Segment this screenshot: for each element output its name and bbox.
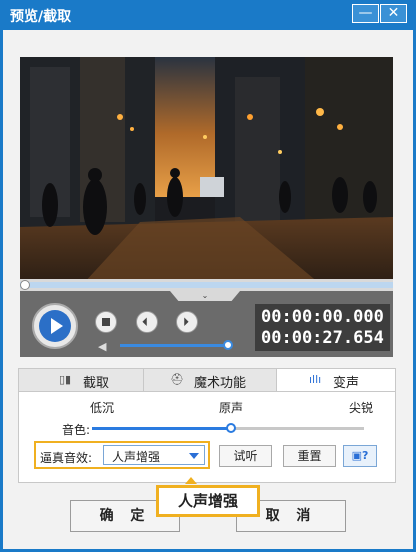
tab-magic-label: 魔术功能 — [194, 376, 247, 391]
close-button[interactable]: ✕ — [380, 4, 407, 23]
effect-tooltip: 人声增强 — [156, 485, 260, 517]
pitch-label: 音色: — [62, 423, 91, 437]
volume-slider[interactable] — [120, 344, 228, 347]
feature-tabs: ▯▮ 截取 ⛑ 魔术功能 ıllı 变声 — [18, 368, 396, 392]
player-controls: ⌄ ⏴ ⏵ ◀ 00:00:00.000 00:00:27.654 — [20, 279, 393, 357]
effect-select-value: 人声增强 — [112, 450, 161, 464]
window-title: 预览/截取 — [10, 9, 72, 25]
play-button[interactable] — [32, 303, 78, 349]
dropdown-arrow-icon — [189, 453, 199, 459]
effect-label: 逼真音效: — [40, 451, 93, 465]
pitch-level-high: 尖锐 — [349, 401, 374, 415]
skip-forward-icon: ⏵ — [183, 315, 190, 329]
tab-voice-change-label: 变声 — [333, 376, 360, 391]
seek-track — [20, 282, 393, 288]
tab-magic[interactable]: ⛑ 魔术功能 — [143, 368, 277, 392]
preview-crop-window: 预览/截取 — ✕ ⌄ ⏴ ⏵ ◀ 00:00:00.000 00:00:27.… — [0, 0, 416, 552]
pitch-slider-fill — [92, 427, 230, 430]
skip-back-icon: ⏴ — [142, 315, 149, 329]
current-time: 00:00:00.000 — [261, 307, 384, 327]
pitch-level-original: 原声 — [219, 401, 244, 415]
effect-select[interactable]: 人声增强 — [103, 445, 205, 465]
speaker-icon[interactable]: ◀ — [98, 340, 106, 353]
seek-handle[interactable] — [20, 280, 30, 290]
waveform-icon: ıllı — [309, 373, 322, 386]
pitch-handle[interactable] — [226, 423, 236, 433]
play-icon — [39, 310, 71, 342]
previous-frame-button[interactable]: ⏴ — [136, 311, 158, 333]
crop-icon: ▯▮ — [59, 373, 72, 386]
tab-crop-label: 截取 — [83, 376, 110, 391]
chevron-down-icon: ⌄ — [201, 291, 209, 300]
volume-handle[interactable] — [223, 340, 233, 350]
tooltip-arrow — [185, 477, 197, 484]
minimize-button[interactable]: — — [352, 4, 379, 23]
tab-voice-change[interactable]: ıllı 变声 — [276, 368, 396, 392]
stop-icon — [102, 318, 110, 326]
video-frame-image — [20, 57, 393, 309]
stop-button[interactable] — [95, 311, 117, 333]
pitch-level-low: 低沉 — [90, 401, 115, 415]
time-display: 00:00:00.000 00:00:27.654 — [255, 304, 390, 351]
seek-bar[interactable] — [20, 279, 393, 291]
reset-button[interactable]: 重置 — [283, 445, 336, 467]
collapse-toggle[interactable]: ⌄ — [170, 291, 240, 301]
title-bar: 预览/截取 — ✕ — [0, 0, 416, 30]
total-time: 00:00:27.654 — [261, 328, 384, 348]
tab-crop[interactable]: ▯▮ 截取 — [18, 368, 144, 392]
next-frame-button[interactable]: ⏵ — [176, 311, 198, 333]
video-preview — [20, 57, 393, 309]
help-icon[interactable]: ▣? — [343, 445, 377, 467]
listen-button[interactable]: 试听 — [219, 445, 272, 467]
magic-hat-icon: ⛑ — [170, 373, 184, 386]
